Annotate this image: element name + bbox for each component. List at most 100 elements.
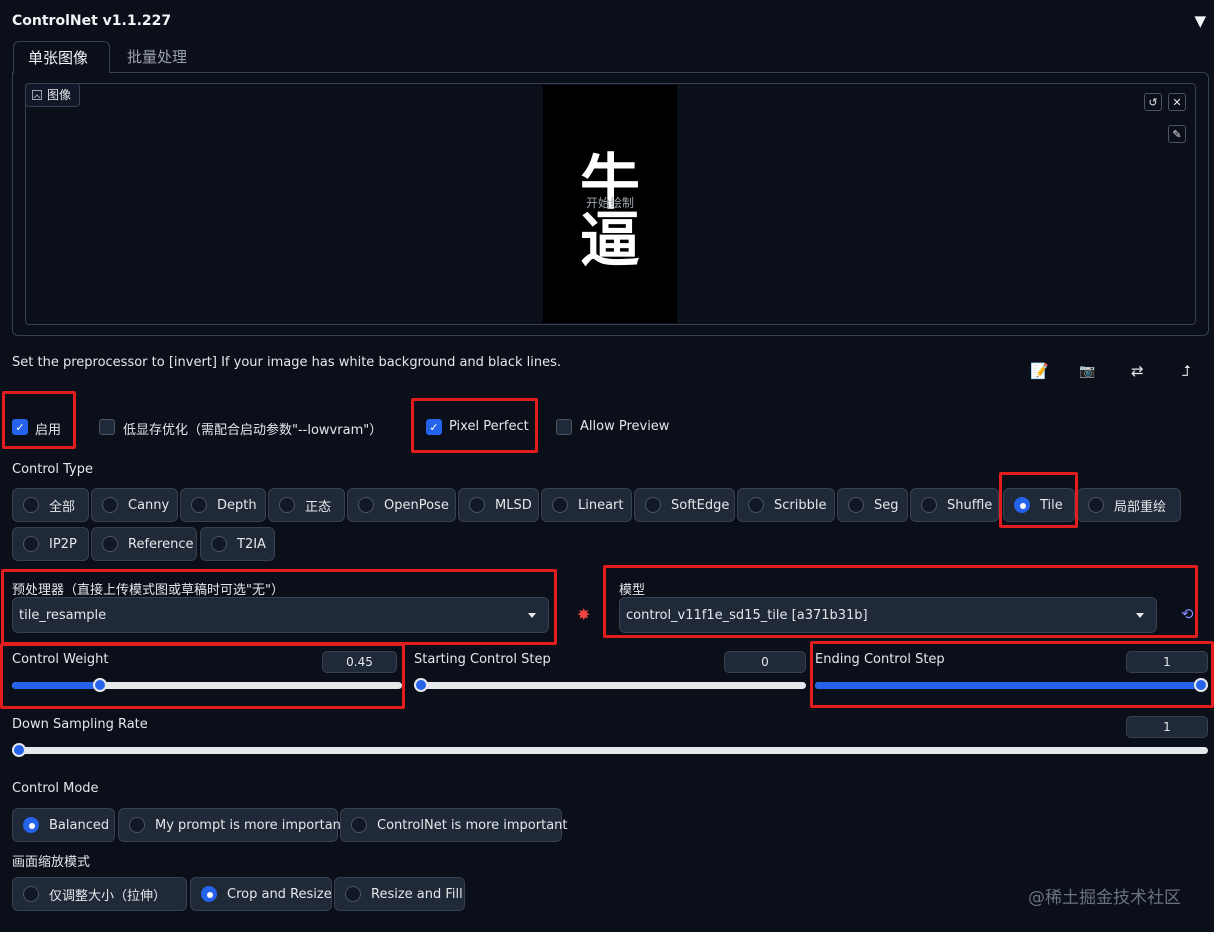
allow-preview-checkbox[interactable] <box>556 419 572 435</box>
radio-indicator <box>645 497 661 513</box>
chevron-down-icon <box>1136 612 1144 618</box>
lowvram-checkbox[interactable] <box>99 419 115 435</box>
control-type-inpaint[interactable]: 局部重绘 <box>1077 488 1181 522</box>
model-dropdown[interactable]: control_v11f1e_sd15_tile [a371b31b] <box>619 597 1157 633</box>
starting-step-input[interactable]: 0 <box>724 651 806 673</box>
radio-indicator <box>129 817 145 833</box>
resize-mode-crop[interactable]: Crop and Resize <box>190 877 332 911</box>
panel-title: ControlNet v1.1.227 <box>12 13 172 29</box>
radio-indicator <box>748 497 764 513</box>
starting-step-label: Starting Control Step <box>414 652 551 667</box>
control-type-shuffle[interactable]: Shuffle <box>910 488 999 522</box>
resize-mode-fill[interactable]: Resize and Fill <box>334 877 465 911</box>
radio-indicator-selected <box>23 817 39 833</box>
option-label: Lineart <box>578 497 624 513</box>
radio-indicator <box>102 536 118 552</box>
image-label: 图像 <box>25 83 81 107</box>
pixel-perfect-label: Pixel Perfect <box>449 419 529 434</box>
option-label: Depth <box>217 497 257 513</box>
control-type-lineart[interactable]: Lineart <box>541 488 632 522</box>
ending-step-slider[interactable] <box>815 678 1208 692</box>
model-label: 模型 <box>619 583 646 598</box>
control-type-all[interactable]: 全部 <box>12 488 89 522</box>
camera-icon[interactable]: 📷 <box>1079 364 1095 379</box>
option-label: 仅调整大小（拉伸） <box>49 888 167 904</box>
resize-mode-just-resize[interactable]: 仅调整大小（拉伸） <box>12 877 187 911</box>
refresh-models-icon[interactable]: ⟲ <box>1181 605 1194 623</box>
option-label: OpenPose <box>384 497 449 513</box>
radio-indicator <box>921 497 937 513</box>
slider-handle[interactable] <box>12 743 26 757</box>
pixel-perfect-checkbox[interactable]: ✓ <box>426 419 442 435</box>
control-mode-controlnet[interactable]: ControlNet is more important <box>340 808 568 842</box>
option-label: Tile <box>1040 497 1063 513</box>
ending-step-input[interactable]: 1 <box>1126 651 1208 673</box>
control-type-canny[interactable]: Canny <box>91 488 178 522</box>
radio-indicator <box>469 497 485 513</box>
option-label: Shuffle <box>947 497 993 513</box>
control-type-depth[interactable]: Depth <box>180 488 266 522</box>
control-type-tile[interactable]: Tile <box>1003 488 1075 522</box>
watermark: @稀土掘金技术社区 <box>1028 888 1181 908</box>
radio-indicator <box>211 536 227 552</box>
down-sampling-label: Down Sampling Rate <box>12 717 148 732</box>
control-weight-input[interactable]: 0.45 <box>322 651 397 673</box>
control-weight-slider[interactable] <box>12 678 402 692</box>
radio-indicator <box>351 817 367 833</box>
ending-step-label: Ending Control Step <box>815 652 945 667</box>
collapse-icon[interactable]: ▼ <box>1194 12 1206 30</box>
control-mode-prompt[interactable]: My prompt is more important <box>118 808 346 842</box>
option-label: 局部重绘 <box>1114 499 1167 515</box>
control-type-scribble[interactable]: Scribble <box>737 488 835 522</box>
enable-checkbox[interactable]: ✓ <box>12 419 28 435</box>
control-type-softedge[interactable]: SoftEdge <box>634 488 735 522</box>
enable-label: 启用 <box>35 423 62 438</box>
radio-indicator <box>23 497 39 513</box>
chevron-down-icon <box>528 612 536 618</box>
swap-icon[interactable]: ⇄ <box>1131 362 1144 380</box>
control-weight-label: Control Weight <box>12 652 109 667</box>
close-icon[interactable]: ✕ <box>1168 93 1186 111</box>
preprocessor-hint: Set the preprocessor to [invert] If your… <box>12 355 562 370</box>
option-label: 全部 <box>49 499 76 515</box>
resize-mode-label: 画面缩放模式 <box>12 855 91 870</box>
control-type-seg[interactable]: Seg <box>837 488 908 522</box>
tab-single-image[interactable]: 单张图像 <box>13 41 110 73</box>
option-label: SoftEdge <box>671 497 730 513</box>
option-label: ControlNet is more important <box>377 817 568 833</box>
tab-batch[interactable]: 批量处理 <box>113 41 201 73</box>
edit-icon[interactable]: 📝 <box>1030 362 1049 380</box>
option-label: Balanced <box>49 817 110 833</box>
radio-indicator <box>345 886 361 902</box>
radio-indicator-selected <box>1014 497 1030 513</box>
control-type-openpose[interactable]: OpenPose <box>347 488 456 522</box>
radio-indicator <box>279 497 295 513</box>
down-sampling-slider[interactable] <box>12 743 1208 757</box>
preprocessor-dropdown[interactable]: tile_resample <box>12 597 549 633</box>
option-label: Crop and Resize <box>227 886 332 902</box>
radio-indicator <box>23 536 39 552</box>
brush-icon[interactable]: ✎ <box>1168 125 1186 143</box>
start-drawing-text: 开始绘制 <box>585 196 634 210</box>
slider-handle[interactable] <box>414 678 428 692</box>
control-mode-label: Control Mode <box>12 781 99 796</box>
control-mode-balanced[interactable]: Balanced <box>12 808 115 842</box>
slider-handle[interactable] <box>1194 678 1208 692</box>
control-type-mlsd[interactable]: MLSD <box>458 488 539 522</box>
control-type-t2ia[interactable]: T2IA <box>200 527 275 561</box>
radio-indicator <box>191 497 207 513</box>
reset-icon[interactable]: ↺ <box>1144 93 1162 111</box>
slider-fill <box>815 682 1208 689</box>
option-label: Reference <box>128 536 194 552</box>
control-type-normal[interactable]: 正态 <box>268 488 345 522</box>
slider-handle[interactable] <box>92 678 107 692</box>
lowvram-label: 低显存优化（需配合启动参数"--lowvram"） <box>123 423 383 438</box>
down-sampling-input[interactable]: 1 <box>1126 716 1208 738</box>
option-label: MLSD <box>495 497 532 513</box>
radio-indicator <box>552 497 568 513</box>
run-preprocessor-icon[interactable]: ✸ <box>577 605 590 624</box>
control-type-ip2p[interactable]: IP2P <box>12 527 89 561</box>
send-dimensions-icon[interactable]: ⮥ <box>1182 362 1191 380</box>
starting-step-slider[interactable] <box>414 678 806 692</box>
control-type-reference[interactable]: Reference <box>91 527 197 561</box>
